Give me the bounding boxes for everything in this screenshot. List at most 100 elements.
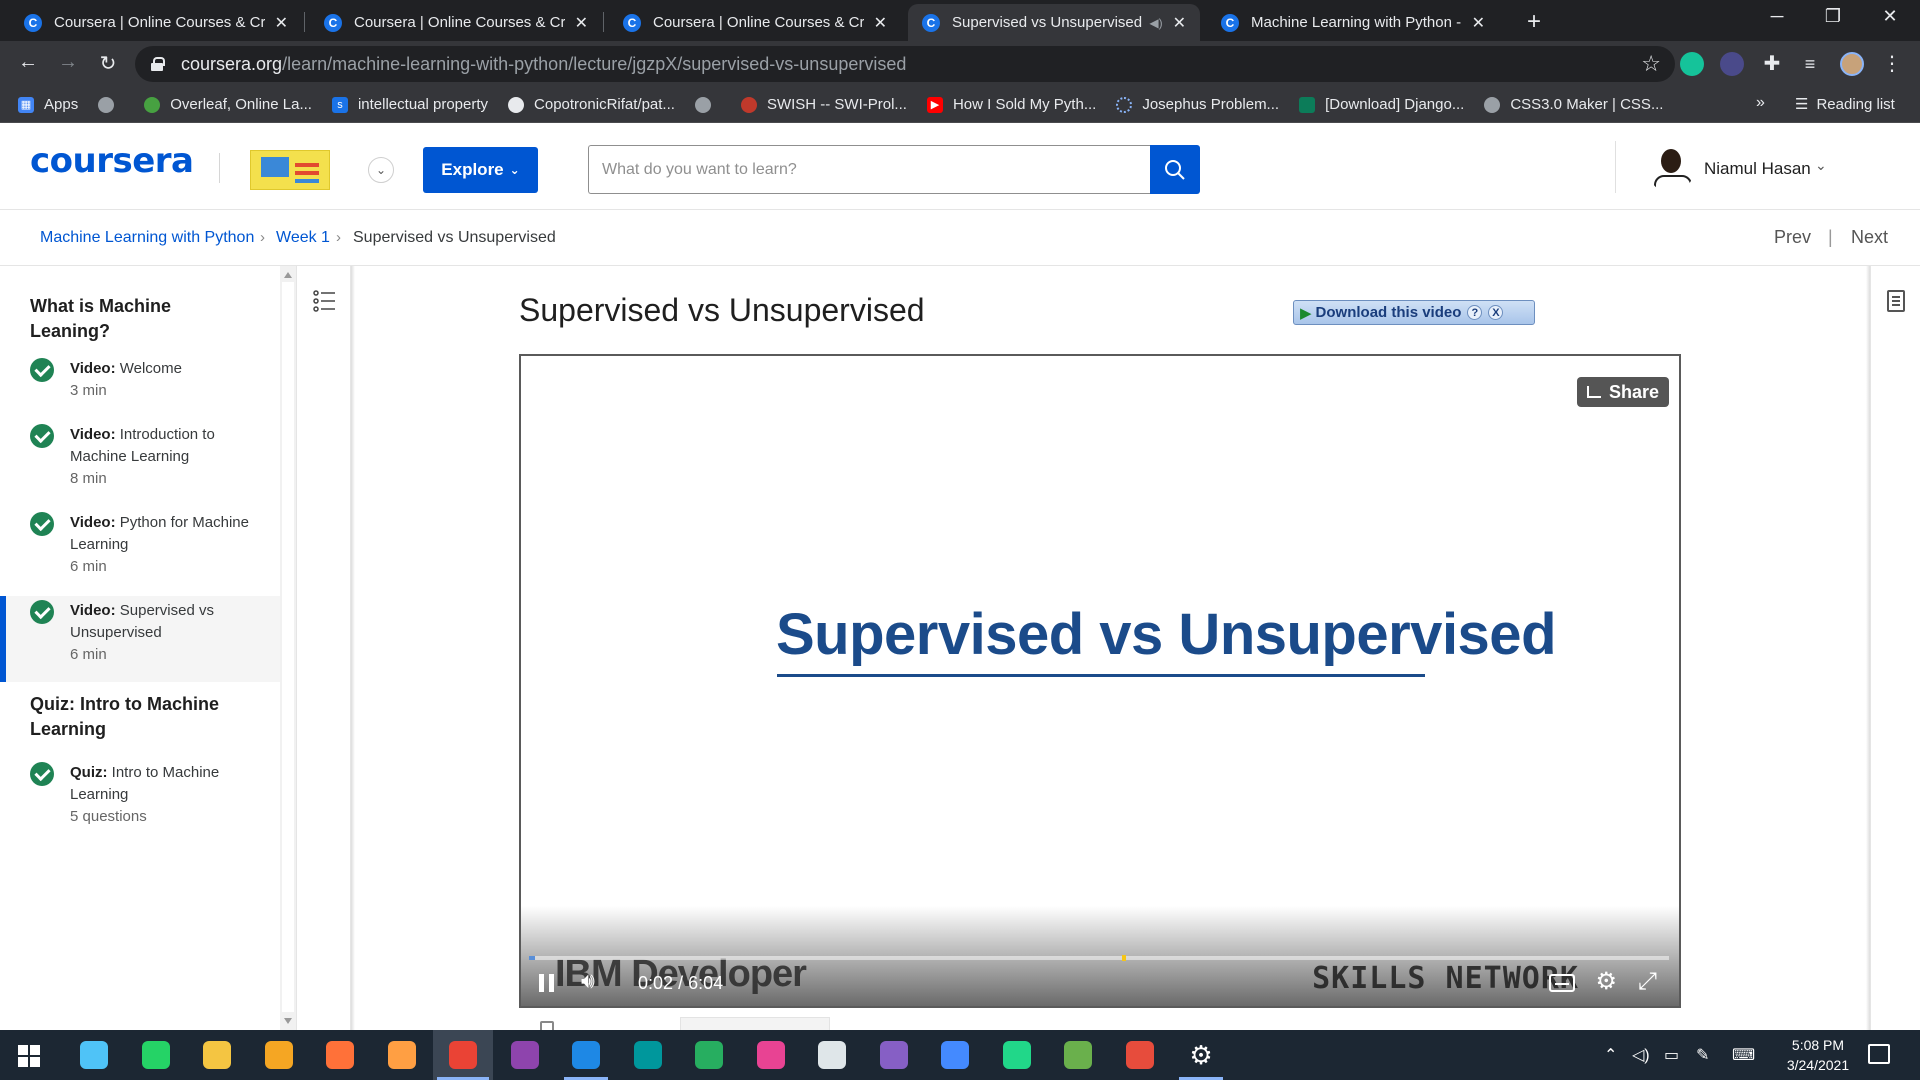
list-icon[interactable]	[313, 290, 337, 312]
close-tab-icon[interactable]: ✕	[575, 13, 588, 33]
bookmark-github[interactable]: CopotronicRifat/pat...	[508, 96, 675, 113]
forward-arrow-icon[interactable]: →	[54, 51, 82, 74]
prev-link[interactable]: Prev	[1774, 227, 1811, 248]
media-queue-icon[interactable]: ≡	[1798, 52, 1822, 76]
url-text[interactable]: coursera.org/learn/machine-learning-with…	[181, 54, 906, 75]
breadcrumb-course-link[interactable]: Machine Learning with Python	[40, 229, 254, 247]
reload-icon[interactable]: ↻	[94, 51, 122, 76]
taskbar-messenger[interactable]	[925, 1030, 985, 1080]
bookmark-django[interactable]: [Download] Django...	[1299, 96, 1464, 113]
close-window-icon[interactable]: ✕	[1870, 6, 1910, 27]
bookmark-youtube[interactable]: ▶ How I Sold My Pyth...	[926, 96, 1096, 113]
browser-menu-icon[interactable]: ⋮	[1880, 52, 1904, 76]
bookmark-globe[interactable]	[98, 96, 124, 113]
taskbar-pycharm[interactable]	[987, 1030, 1047, 1080]
captions-icon[interactable]	[1549, 974, 1575, 992]
system-clock[interactable]: 5:08 PM 3/24/2021	[1770, 1035, 1866, 1075]
outline-item[interactable]: Quiz: Intro to Machine Learning 5 questi…	[0, 762, 280, 846]
outline-item[interactable]: Video: Welcome 3 min	[0, 358, 280, 420]
bookmarks-overflow-icon[interactable]: »	[1756, 94, 1765, 112]
lock-icon[interactable]	[151, 57, 165, 71]
share-button[interactable]: Share	[1577, 377, 1669, 407]
outline-item[interactable]: Video: Introduction to Machine Learning …	[0, 424, 280, 508]
taskbar-visual-studio[interactable]	[864, 1030, 924, 1080]
restore-window-icon[interactable]: ❐	[1813, 6, 1853, 27]
close-tab-icon[interactable]: ✕	[874, 13, 887, 33]
taskbar-chrome[interactable]	[433, 1030, 493, 1080]
bookmark-star-icon[interactable]: ☆	[1641, 51, 1661, 77]
new-tab-icon[interactable]: +	[1520, 8, 1548, 36]
browser-tab[interactable]: C Machine Learning with Python - IBM | C…	[1207, 4, 1499, 41]
chevron-up-icon[interactable]: ⌃	[1604, 1045, 1617, 1065]
volume-icon[interactable]: 🔊︎	[581, 968, 595, 994]
extension-icon[interactable]	[1720, 52, 1744, 76]
browser-tab[interactable]: C Coursera | Online Courses & Credential…	[609, 4, 901, 41]
fullscreen-icon[interactable]: ⤢	[1638, 968, 1657, 996]
taskbar-github-desktop[interactable]	[495, 1030, 555, 1080]
address-bar[interactable]: coursera.org/learn/machine-learning-with…	[135, 46, 1675, 82]
outline-item[interactable]: Video: Python for Machine Learning 6 min	[0, 512, 280, 596]
document-icon[interactable]	[1887, 290, 1905, 312]
taskbar-search[interactable]	[64, 1030, 124, 1080]
outline-item-active[interactable]: Video: Supervised vs Unsupervised 6 min	[0, 596, 280, 682]
extensions-puzzle-icon[interactable]: ✚	[1760, 52, 1784, 76]
grammarly-extension-icon[interactable]	[1680, 52, 1704, 76]
search-button[interactable]	[1150, 145, 1200, 194]
download-video-button[interactable]: ▶ Download this video ? X	[1293, 300, 1535, 325]
close-tab-icon[interactable]: ✕	[275, 13, 288, 33]
browser-tab[interactable]: C Coursera | Online Courses & Credential…	[310, 4, 602, 41]
notifications-icon[interactable]	[1868, 1044, 1890, 1064]
scroll-up-icon[interactable]	[284, 272, 292, 278]
taskbar-firefox[interactable]	[310, 1030, 370, 1080]
bookmark-josephus[interactable]: Josephus Problem...	[1116, 96, 1279, 113]
scroll-down-icon[interactable]	[284, 1018, 292, 1024]
partner-logo[interactable]	[250, 150, 330, 190]
taskbar-pdf-reader[interactable]	[372, 1030, 432, 1080]
close-tab-icon[interactable]: ✕	[1173, 13, 1186, 33]
taskbar-globe-app[interactable]	[679, 1030, 739, 1080]
tab-audio-icon[interactable]: ◀)	[1149, 16, 1162, 30]
reading-list-button[interactable]: ☰ Reading list	[1795, 95, 1895, 114]
video-progress-bar[interactable]	[529, 955, 1669, 961]
video-player[interactable]: Supervised vs Unsupervised Share IBM Dev…	[519, 354, 1681, 1008]
keyboard-icon[interactable]: ⌨	[1732, 1045, 1755, 1065]
bookmark-intellectual-property[interactable]: s intellectual property	[331, 96, 488, 113]
pause-icon[interactable]	[539, 974, 555, 992]
next-link[interactable]: Next	[1851, 227, 1888, 248]
chevron-down-icon[interactable]: ⌄	[1815, 157, 1827, 174]
settings-gear-icon[interactable]: ⚙	[1595, 967, 1617, 996]
browser-tab-active[interactable]: C Supervised vs Unsupervised | Coursera …	[908, 4, 1200, 41]
taskbar-paint-app[interactable]	[741, 1030, 801, 1080]
transcript-tab[interactable]	[680, 1017, 830, 1030]
taskbar-vscode[interactable]	[556, 1030, 616, 1080]
search-input[interactable]: What do you want to learn?	[588, 145, 1150, 194]
help-icon[interactable]: ?	[1467, 305, 1483, 320]
windows-start-icon[interactable]	[18, 1045, 40, 1067]
back-arrow-icon[interactable]: ←	[14, 51, 42, 74]
bookmark-apps[interactable]: ▦ Apps	[18, 96, 78, 113]
avatar[interactable]	[1648, 145, 1694, 193]
sidebar-scrollbar[interactable]	[280, 266, 296, 1030]
taskbar-whatsapp[interactable]	[126, 1030, 186, 1080]
network-icon[interactable]: ▭	[1664, 1045, 1679, 1065]
taskbar-settings[interactable]: ⚙	[1171, 1030, 1231, 1080]
taskbar-tor[interactable]	[249, 1030, 309, 1080]
minimize-window-icon[interactable]: ─	[1757, 6, 1797, 27]
close-icon[interactable]: X	[1488, 305, 1504, 320]
progress-marker[interactable]	[1121, 955, 1126, 961]
pen-icon[interactable]: ✎	[1696, 1045, 1709, 1065]
breadcrumb-week-link[interactable]: Week 1	[276, 229, 330, 247]
browser-tab[interactable]: C Coursera | Online Courses & Credential…	[10, 4, 302, 41]
username[interactable]: Niamul Hasan	[1704, 159, 1811, 179]
scrollbar-thumb[interactable]	[282, 282, 294, 1012]
bookmark-globe[interactable]	[694, 96, 721, 113]
explore-button[interactable]: Explore ⌄	[423, 147, 538, 193]
bookmark-overleaf[interactable]: Overleaf, Online La...	[144, 96, 312, 113]
volume-icon[interactable]: ◁)	[1632, 1045, 1650, 1065]
bookmark-swish[interactable]: SWISH -- SWI-Prol...	[740, 96, 907, 113]
bookmark-css-maker[interactable]: CSS3.0 Maker | CSS...	[1484, 96, 1663, 113]
close-tab-icon[interactable]: ✕	[1472, 13, 1485, 33]
taskbar-arduino[interactable]	[618, 1030, 678, 1080]
profile-avatar-icon[interactable]	[1840, 52, 1864, 76]
taskbar-inkscape[interactable]	[802, 1030, 862, 1080]
